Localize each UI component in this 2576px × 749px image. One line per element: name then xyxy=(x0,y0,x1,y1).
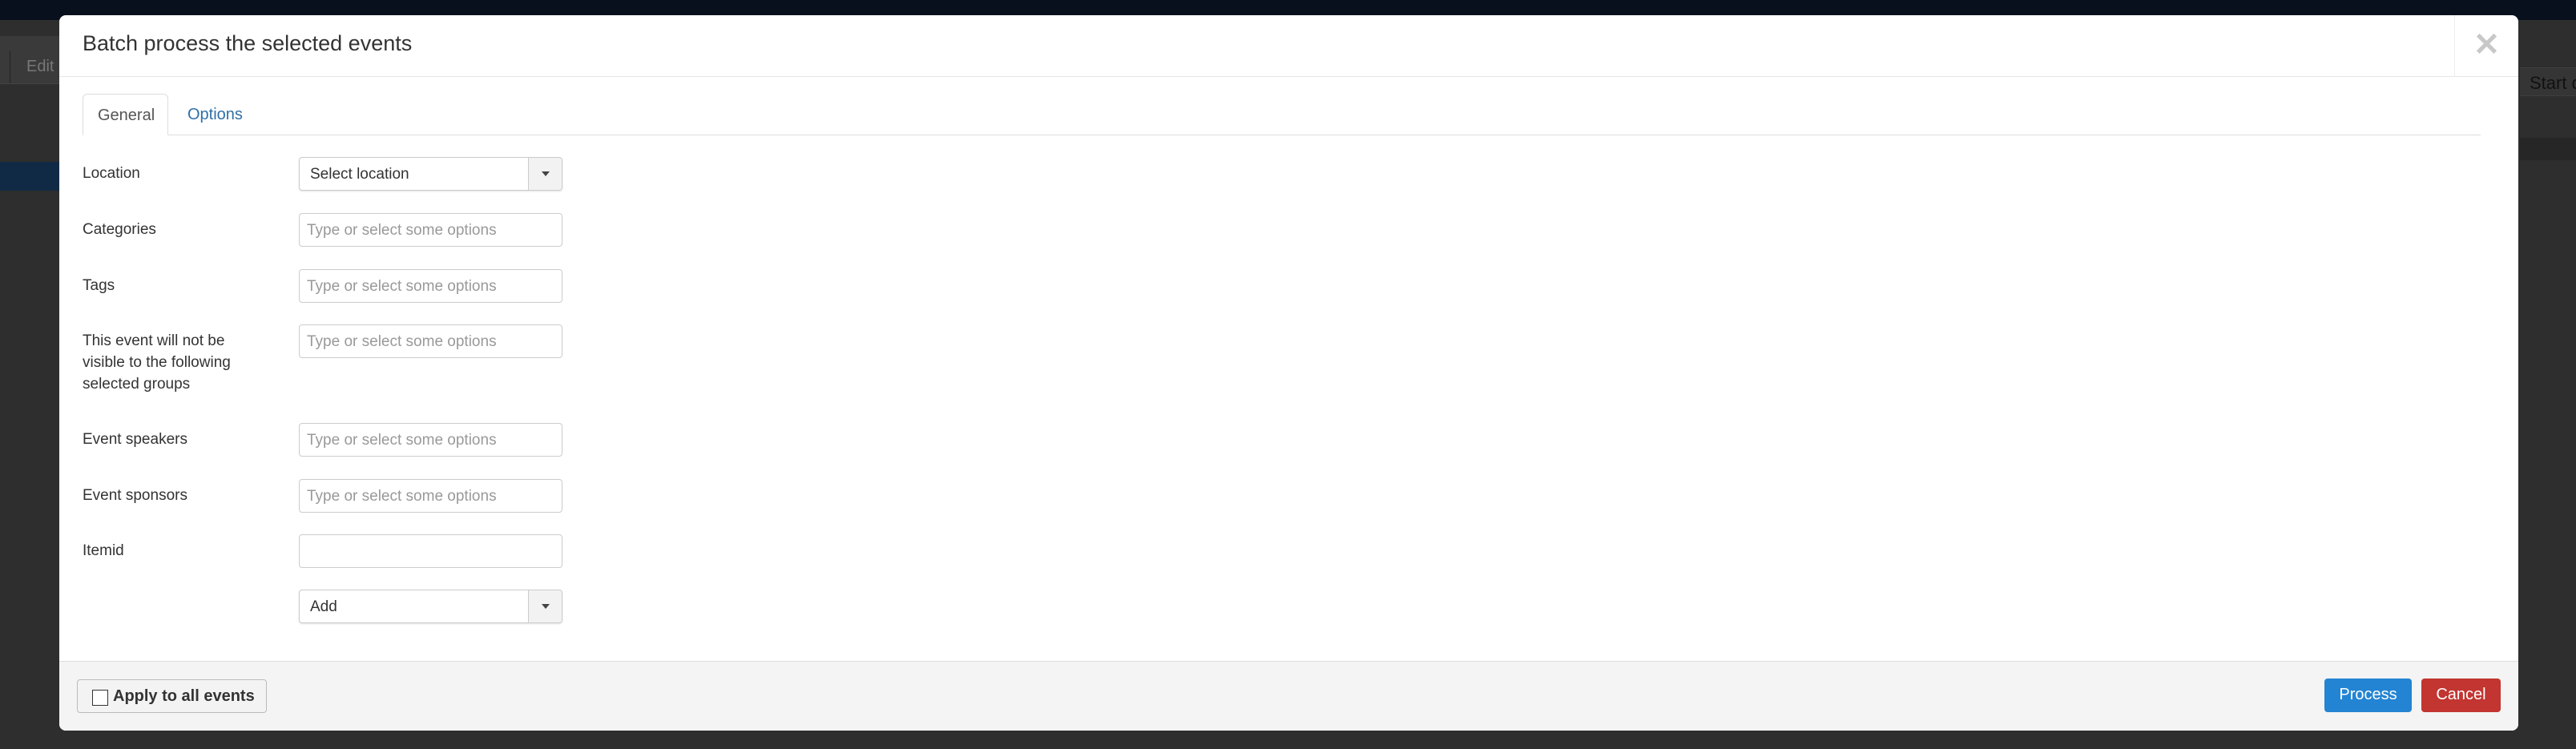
close-icon[interactable]: ✕ xyxy=(2454,15,2518,77)
sponsors-input[interactable]: Type or select some options xyxy=(299,479,562,513)
groups-label: This event will not be visible to the fo… xyxy=(83,332,231,393)
location-dropdown-toggle[interactable] xyxy=(528,158,562,190)
tags-input[interactable]: Type or select some options xyxy=(299,269,562,303)
sponsors-label: Event sponsors xyxy=(83,487,187,504)
background-column-header: Start d xyxy=(2520,67,2576,96)
cancel-button[interactable]: Cancel xyxy=(2421,679,2501,712)
tab-options[interactable]: Options xyxy=(173,94,257,135)
itemid-input[interactable] xyxy=(299,534,562,568)
apply-to-all-label: Apply to all events xyxy=(113,687,255,705)
speakers-input[interactable]: Type or select some options xyxy=(299,423,562,457)
background-sidebar-active xyxy=(0,162,59,191)
tab-bar: General Options xyxy=(83,94,2481,135)
background-row xyxy=(2520,138,2576,160)
modal-title: Batch process the selected events xyxy=(83,31,413,55)
modal-header: Batch process the selected events ✕ xyxy=(59,15,2518,77)
mode-value: Add xyxy=(310,598,337,615)
modal-footer: Apply to all events Process Cancel xyxy=(59,661,2518,731)
categories-label: Categories xyxy=(83,221,156,238)
caret-down-icon xyxy=(542,604,550,609)
tags-label: Tags xyxy=(83,277,115,294)
categories-input[interactable]: Type or select some options xyxy=(299,213,562,247)
mode-select[interactable]: Add xyxy=(299,590,562,623)
location-label: Location xyxy=(83,165,140,182)
process-button[interactable]: Process xyxy=(2324,679,2412,712)
location-select[interactable]: Select location xyxy=(299,157,562,191)
tab-general[interactable]: General xyxy=(83,94,168,135)
groups-input[interactable]: Type or select some options xyxy=(299,324,562,358)
speakers-label: Event speakers xyxy=(83,431,187,448)
background-edit-button: Edit xyxy=(10,51,58,83)
apply-to-all-button[interactable]: Apply to all events xyxy=(77,679,267,713)
apply-to-all-checkbox[interactable] xyxy=(92,690,108,706)
mode-dropdown-toggle[interactable] xyxy=(528,590,562,622)
caret-down-icon xyxy=(542,171,550,176)
batch-modal: Batch process the selected events ✕ Gene… xyxy=(59,15,2518,731)
location-value: Select location xyxy=(310,166,409,183)
itemid-label: Itemid xyxy=(83,542,124,559)
